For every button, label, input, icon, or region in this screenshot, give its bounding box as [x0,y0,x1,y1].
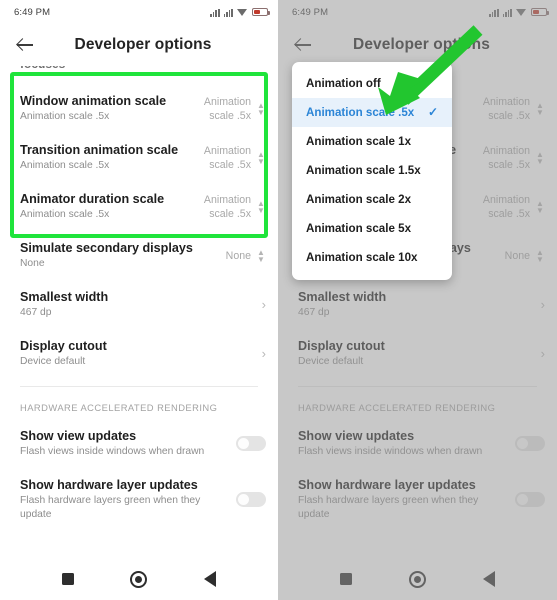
spinner-caret-icon[interactable]: ▲▼ [256,101,266,116]
setting-row-window-animation-scale[interactable]: Window animation scale Animation scale .… [0,84,278,133]
row-text-block: Smallest width 467 dp [20,289,249,320]
row-text-block: Show view updates Flash views inside win… [20,428,230,459]
status-icon-group [210,7,270,17]
setting-row-smallest-width[interactable]: Smallest width 467 dp › [0,280,278,329]
row-subtitle: Animation scale .5x [20,160,110,171]
row-value: None [225,249,251,262]
section-header-hardware-accelerated-rendering: HARDWARE ACCELERATED RENDERING [20,402,218,413]
dialog-option-label: Animation scale 1x [306,135,412,148]
row-title: Smallest width [20,290,109,304]
back-triangle-icon[interactable] [203,571,216,587]
chevron-right-icon: › [261,297,266,312]
setting-row-show-view-updates[interactable]: Show view updates Flash views inside win… [0,419,278,468]
row-title: Display cutout [20,339,107,353]
row-title: Animator duration scale [20,192,165,206]
app-bar: Developer options [0,24,278,66]
wifi-icon [237,8,248,17]
settings-list: Window animation scale Animation scale .… [0,84,278,531]
row-text-block: Display cutout Device default [20,338,249,369]
row-subtitle: Device default [20,356,86,367]
row-text-block: Animator duration scale Animation scale … [20,191,189,222]
battery-icon [252,7,270,17]
row-title: Show hardware layer updates [20,478,198,492]
row-value: Animation scale .5x [203,193,251,220]
signal-bars-icon [223,8,233,17]
checkmark-icon: ✓ [428,105,439,119]
system-nav-bar [0,558,278,600]
setting-row-transition-animation-scale[interactable]: Transition animation scale Animation sca… [0,133,278,182]
screenshot-stage: 6:49 PM Developer options focuses Window… [0,0,557,600]
row-text-block: Window animation scale Animation scale .… [20,93,189,124]
dialog-option-label: Animation scale 5x [306,222,412,235]
setting-row-display-cutout[interactable]: Display cutout Device default › [0,329,278,378]
row-subtitle: Animation scale .5x [20,209,110,220]
dialog-option-animation-scale-10x[interactable]: Animation scale 10x [292,243,452,272]
row-title: Simulate secondary displays [20,241,193,255]
page-title: Developer options [74,36,212,53]
spinner-caret-icon[interactable]: ▲▼ [256,150,266,165]
recents-square-icon[interactable] [62,573,75,585]
dialog-option-animation-scale-5x[interactable]: Animation scale 5x [292,214,452,243]
dialog-option-label: Animation scale 2x [306,193,412,206]
home-circle-icon[interactable] [130,570,148,588]
row-value: Animation scale .5x [203,95,251,122]
signal-bars-icon [210,8,220,17]
dialog-option-label: Animation scale .5x [306,106,415,119]
back-arrow-icon[interactable] [14,34,36,56]
dialog-option-animation-off[interactable]: Animation off [292,69,452,98]
chevron-right-icon: › [261,346,266,361]
row-subtitle: Animation scale .5x [20,111,110,122]
status-time: 6:49 PM [14,6,51,18]
dialog-option-label: Animation scale 1.5x [306,164,421,177]
row-subtitle: Flash hardware layers green when they up… [20,495,201,520]
row-title: Transition animation scale [20,143,179,157]
row-title: Show view updates [20,429,137,443]
setting-row-show-hardware-layer-updates[interactable]: Show hardware layer updates Flash hardwa… [0,468,278,531]
toggle-switch[interactable] [236,492,266,507]
status-bar: 6:49 PM [0,0,278,24]
scrolled-off-text: focuses [20,66,65,71]
setting-row-simulate-secondary-displays[interactable]: Simulate secondary displays None None ▲▼ [0,231,278,280]
phone-screenshot-right: 6:49 PM Developer options focuses Wi [278,0,557,600]
row-title: Window animation scale [20,94,167,108]
scrolled-off-fragment: focuses [0,66,278,84]
row-text-block: Transition animation scale Animation sca… [20,142,189,173]
dialog-option-label: Animation off [306,77,381,90]
toggle-switch[interactable] [236,436,266,451]
spinner-caret-icon[interactable]: ▲▼ [256,199,266,214]
phone-screenshot-left: 6:49 PM Developer options focuses Window… [0,0,278,600]
dialog-option-animation-scale-2x[interactable]: Animation scale 2x [292,185,452,214]
row-subtitle: None [20,258,45,269]
dialog-option-animation-scale-0-5x[interactable]: Animation scale .5x ✓ [292,98,452,127]
dialog-option-animation-scale-1x[interactable]: Animation scale 1x [292,127,452,156]
row-text-block: Simulate secondary displays None [20,240,226,271]
row-value: Animation scale .5x [203,144,251,171]
spinner-caret-icon[interactable]: ▲▼ [256,248,266,263]
row-subtitle: 467 dp [20,307,52,318]
dialog-option-label: Animation scale 10x [306,251,418,264]
animation-scale-dropdown-dialog: Animation off Animation scale .5x ✓ Anim… [292,62,452,280]
dialog-option-animation-scale-1-5x[interactable]: Animation scale 1.5x [292,156,452,185]
setting-row-animator-duration-scale[interactable]: Animator duration scale Animation scale … [0,182,278,231]
row-subtitle: Flash views inside windows when drawn [20,446,205,457]
row-text-block: Show hardware layer updates Flash hardwa… [20,477,230,522]
